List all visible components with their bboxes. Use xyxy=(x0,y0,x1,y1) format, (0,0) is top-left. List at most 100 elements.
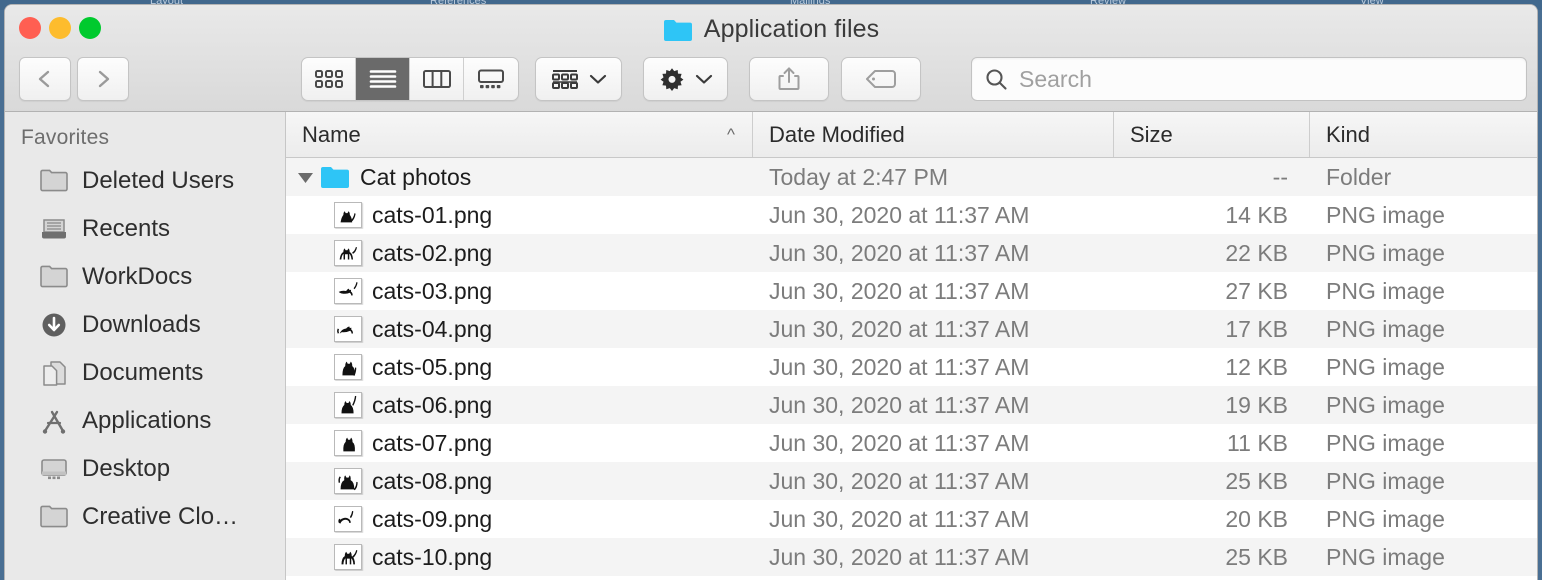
table-row[interactable]: cats-05.png Jun 30, 2020 at 11:37 AM 12 KB… xyxy=(286,348,1537,386)
file-kind-label: PNG image xyxy=(1326,201,1445,228)
table-row[interactable]: cats-02.png Jun 30, 2020 at 11:37 AM 22 KB… xyxy=(286,234,1537,272)
file-kind-label: PNG image xyxy=(1326,277,1445,304)
back-button[interactable] xyxy=(19,57,71,101)
table-row[interactable]: cats-06.png Jun 30, 2020 at 11:37 AM 19 KB… xyxy=(286,386,1537,424)
share-button[interactable] xyxy=(749,57,829,101)
table-row[interactable]: cats-04.png Jun 30, 2020 at 11:37 AM 17 KB… xyxy=(286,310,1537,348)
table-row[interactable]: cats-03.png Jun 30, 2020 at 11:37 AM 27 KB… xyxy=(286,272,1537,310)
sidebar-item-label: Applications xyxy=(82,407,212,434)
file-kind-label: PNG image xyxy=(1326,505,1445,532)
sidebar-item-list: Deleted Users Recents WorkDocs Downloads Doc… xyxy=(5,157,285,541)
column-header-kind[interactable]: Kind xyxy=(1310,112,1537,157)
sidebar-item-desktop[interactable]: Desktop xyxy=(5,445,285,493)
cat-thumbnail-icon xyxy=(334,278,362,304)
file-kind-label: PNG image xyxy=(1326,315,1445,342)
window-titlebar: Application files Search xyxy=(5,5,1537,112)
window-title: Application files xyxy=(5,15,1537,44)
file-size-label: 25 KB xyxy=(1225,467,1288,494)
table-row[interactable]: cats-09.png Jun 30, 2020 at 11:37 AM 20 KB… xyxy=(286,500,1537,538)
chevron-down-icon xyxy=(695,74,713,84)
action-button-content xyxy=(644,58,727,100)
icon-view-button[interactable] xyxy=(302,58,356,100)
arrange-by-button[interactable] xyxy=(535,57,622,101)
sidebar-section-favorites: Favorites xyxy=(21,126,110,149)
sidebar-item-workdocs[interactable]: WorkDocs xyxy=(5,253,285,301)
search-placeholder: Search xyxy=(1019,65,1092,92)
share-icon xyxy=(778,67,800,90)
cell-name: cats-09.png xyxy=(286,506,753,533)
window-title-text: Application files xyxy=(703,15,880,43)
documents-icon xyxy=(43,361,66,386)
sidebar-item-label: Downloads xyxy=(82,311,201,338)
file-name-label: cats-07.png xyxy=(372,429,493,456)
file-date-label: Jun 30, 2020 at 11:37 AM xyxy=(769,429,1030,456)
desktop-icon xyxy=(41,459,67,480)
file-name-label: cats-08.png xyxy=(372,467,493,494)
file-list-rows: Cat photos Today at 2:47 PM -- Folder cats-0… xyxy=(286,158,1537,576)
cat-thumbnail-icon xyxy=(334,202,362,228)
table-row[interactable]: Cat photos Today at 2:47 PM -- Folder xyxy=(286,158,1537,196)
cat-thumbnail-icon xyxy=(334,316,362,342)
file-date-label: Jun 30, 2020 at 11:37 AM xyxy=(769,505,1030,532)
action-menu-button[interactable] xyxy=(643,57,728,101)
chevron-right-icon xyxy=(98,70,110,88)
table-row[interactable]: cats-08.png Jun 30, 2020 at 11:37 AM 25 KB… xyxy=(286,462,1537,500)
search-input[interactable]: Search xyxy=(971,57,1527,101)
file-size-label: 19 KB xyxy=(1225,391,1288,418)
cat-thumbnail-icon xyxy=(334,240,362,266)
sidebar-item-label: WorkDocs xyxy=(82,263,193,290)
downloads-icon xyxy=(42,313,66,337)
file-name-label: cats-02.png xyxy=(372,239,493,266)
file-size-label: 12 KB xyxy=(1225,353,1288,380)
table-row[interactable]: cats-07.png Jun 30, 2020 at 11:37 AM 11 KB… xyxy=(286,424,1537,462)
file-kind-label: PNG image xyxy=(1326,467,1445,494)
file-kind-label: PNG image xyxy=(1326,429,1445,456)
file-size-label: 27 KB xyxy=(1225,277,1288,304)
tag-button[interactable] xyxy=(841,57,921,101)
sidebar-item-documents[interactable]: Documents xyxy=(5,349,285,397)
list-view-button[interactable] xyxy=(356,58,410,100)
cell-name: cats-04.png xyxy=(286,316,753,343)
sidebar-item-recents[interactable]: Recents xyxy=(5,205,285,253)
cat-thumbnail-icon xyxy=(334,468,362,494)
file-date-label: Jun 30, 2020 at 11:37 AM xyxy=(769,239,1030,266)
sidebar: Favorites Deleted Users Recents WorkDocs Do… xyxy=(5,112,286,580)
column-header-name[interactable]: Name ^ xyxy=(286,112,753,157)
sidebar-item-downloads[interactable]: Downloads xyxy=(5,301,285,349)
file-name-label: Cat photos xyxy=(360,163,472,190)
sidebar-item-label: Recents xyxy=(82,215,171,242)
file-size-label: 20 KB xyxy=(1225,505,1288,532)
cell-name: cats-08.png xyxy=(286,468,753,495)
chevron-left-icon xyxy=(38,70,50,88)
table-row[interactable]: cats-10.png Jun 30, 2020 at 11:37 AM 25 KB… xyxy=(286,538,1537,576)
sidebar-item-label: Desktop xyxy=(82,455,171,482)
file-date-label: Jun 30, 2020 at 11:37 AM xyxy=(769,353,1030,380)
sidebar-item-creative-clo[interactable]: Creative Clo… xyxy=(5,493,285,541)
table-row[interactable]: cats-01.png Jun 30, 2020 at 11:37 AM 14 KB… xyxy=(286,196,1537,234)
folder-icon xyxy=(40,265,68,288)
grid-icon xyxy=(314,70,343,88)
file-date-label: Today at 2:47 PM xyxy=(769,163,948,190)
sidebar-item-applications[interactable]: Applications xyxy=(5,397,285,445)
navigation-buttons xyxy=(19,57,129,101)
file-name-label: cats-04.png xyxy=(372,315,493,342)
sidebar-item-deleted-users[interactable]: Deleted Users xyxy=(5,157,285,205)
file-size-label: 22 KB xyxy=(1225,239,1288,266)
column-header-date-label: Date Modified xyxy=(769,121,905,147)
file-name-label: cats-10.png xyxy=(372,543,493,570)
disclosure-triangle-icon[interactable] xyxy=(290,170,320,185)
column-header-size[interactable]: Size xyxy=(1114,112,1310,157)
file-date-label: Jun 30, 2020 at 11:37 AM xyxy=(769,543,1030,570)
cat-thumbnail-icon xyxy=(334,392,362,418)
file-kind-label: PNG image xyxy=(1326,239,1445,266)
column-header-date[interactable]: Date Modified xyxy=(753,112,1114,157)
gallery-view-button[interactable] xyxy=(464,58,518,100)
forward-button[interactable] xyxy=(77,57,129,101)
file-kind-label: PNG image xyxy=(1326,391,1445,418)
file-size-label: 17 KB xyxy=(1225,315,1288,342)
column-view-button[interactable] xyxy=(410,58,464,100)
cat-thumbnail-icon xyxy=(334,354,362,380)
cat-thumbnail-icon xyxy=(334,544,362,570)
file-date-label: Jun 30, 2020 at 11:37 AM xyxy=(769,315,1030,342)
file-name-label: cats-05.png xyxy=(372,353,493,380)
